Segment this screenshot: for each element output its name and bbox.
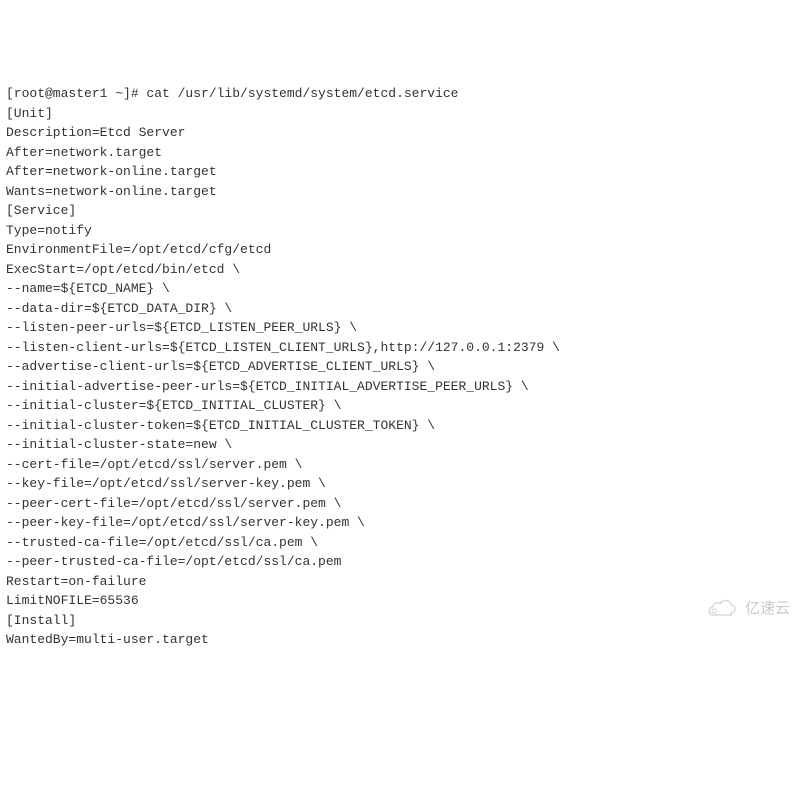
terminal-line: [Service] <box>6 201 794 221</box>
terminal-line: --key-file=/opt/etcd/ssl/server-key.pem … <box>6 474 794 494</box>
terminal-line: --cert-file=/opt/etcd/ssl/server.pem \ <box>6 455 794 475</box>
terminal-line: --initial-advertise-peer-urls=${ETCD_INI… <box>6 377 794 397</box>
terminal-line: --initial-cluster=${ETCD_INITIAL_CLUSTER… <box>6 396 794 416</box>
terminal-line: --initial-cluster-token=${ETCD_INITIAL_C… <box>6 416 794 436</box>
terminal-line: --trusted-ca-file=/opt/etcd/ssl/ca.pem \ <box>6 533 794 553</box>
terminal-line: Type=notify <box>6 221 794 241</box>
terminal-line: [Install] <box>6 611 794 631</box>
watermark: 亿速云 <box>703 598 790 621</box>
terminal-line: --advertise-client-urls=${ETCD_ADVERTISE… <box>6 357 794 377</box>
terminal-line: [root@master1 ~]# cat /usr/lib/systemd/s… <box>6 84 794 104</box>
terminal-line: --initial-cluster-state=new \ <box>6 435 794 455</box>
terminal-line: --peer-cert-file=/opt/etcd/ssl/server.pe… <box>6 494 794 514</box>
terminal-line: After=network-online.target <box>6 162 794 182</box>
terminal-output: [root@master1 ~]# cat /usr/lib/systemd/s… <box>6 84 794 650</box>
terminal-line: WantedBy=multi-user.target <box>6 630 794 650</box>
terminal-line: --peer-trusted-ca-file=/opt/etcd/ssl/ca.… <box>6 552 794 572</box>
terminal-line: --listen-peer-urls=${ETCD_LISTEN_PEER_UR… <box>6 318 794 338</box>
terminal-line: Description=Etcd Server <box>6 123 794 143</box>
terminal-line: --data-dir=${ETCD_DATA_DIR} \ <box>6 299 794 319</box>
terminal-line: --name=${ETCD_NAME} \ <box>6 279 794 299</box>
terminal-line: EnvironmentFile=/opt/etcd/cfg/etcd <box>6 240 794 260</box>
terminal-line: --peer-key-file=/opt/etcd/ssl/server-key… <box>6 513 794 533</box>
terminal-line: Restart=on-failure <box>6 572 794 592</box>
terminal-line: LimitNOFILE=65536 <box>6 591 794 611</box>
cloud-icon <box>703 599 739 619</box>
terminal-line: ExecStart=/opt/etcd/bin/etcd \ <box>6 260 794 280</box>
terminal-line: --listen-client-urls=${ETCD_LISTEN_CLIEN… <box>6 338 794 358</box>
terminal-line: [Unit] <box>6 104 794 124</box>
watermark-text: 亿速云 <box>745 598 790 621</box>
terminal-line: After=network.target <box>6 143 794 163</box>
terminal-line: Wants=network-online.target <box>6 182 794 202</box>
